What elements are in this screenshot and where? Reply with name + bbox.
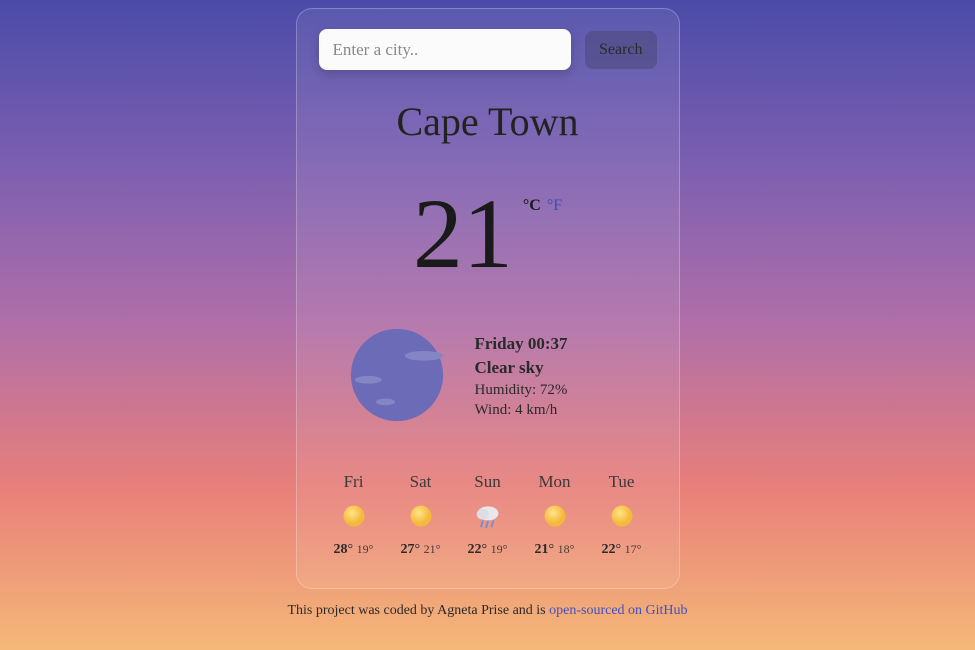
forecast-day: Mon 21° 18° (524, 472, 586, 558)
forecast-high: 22 (468, 542, 482, 557)
city-name: Cape Town (319, 98, 657, 145)
forecast-temps: 22° 17° (602, 542, 642, 558)
forecast-high: 27 (401, 542, 415, 557)
forecast-day-label: Fri (344, 472, 364, 492)
search-row: Search (319, 29, 657, 70)
forecast-low: 18° (558, 542, 575, 556)
unit-fahrenheit[interactable]: °F (547, 197, 562, 215)
github-link[interactable]: open-sourced on GitHub (549, 603, 687, 618)
forecast-high: 22 (602, 542, 616, 557)
forecast-day: Tue 22° 17° (591, 472, 653, 558)
current-description: Clear sky (475, 358, 568, 378)
current-datetime: Friday 00:37 (475, 334, 568, 354)
rain-icon (474, 502, 502, 530)
city-search-input[interactable] (319, 29, 571, 70)
forecast-temps: 27° 21° (401, 542, 441, 558)
forecast-day: Fri 28° 19° (323, 472, 385, 558)
sun-icon (340, 502, 368, 530)
unit-celsius[interactable]: °C (523, 197, 541, 215)
moon-icon (349, 327, 445, 428)
sun-icon (608, 502, 636, 530)
forecast-day: Sat 27° 21° (390, 472, 452, 558)
forecast-high: 28 (334, 542, 348, 557)
current-wind: Wind: 4 km/h (475, 402, 568, 419)
sun-icon (407, 502, 435, 530)
search-button[interactable]: Search (585, 31, 657, 69)
forecast-day-label: Tue (609, 472, 635, 492)
forecast-day-label: Mon (538, 472, 570, 492)
current-temperature: 21 °C °F (319, 189, 657, 279)
details-text: Friday 00:37 Clear sky Humidity: 72% Win… (475, 334, 568, 422)
forecast-low: 19° (357, 542, 374, 556)
forecast-day-label: Sun (474, 472, 500, 492)
temperature-value: 21 (413, 189, 513, 279)
forecast-temps: 28° 19° (334, 542, 374, 558)
sun-icon (541, 502, 569, 530)
current-humidity: Humidity: 72% (475, 382, 568, 399)
weather-card: Search Cape Town 21 °C °F Friday 00:37 C… (296, 8, 680, 589)
footer: This project was coded by Agneta Prise a… (287, 603, 687, 619)
forecast-high: 21 (535, 542, 549, 557)
forecast-day-label: Sat (410, 472, 432, 492)
forecast-low: 17° (625, 542, 642, 556)
forecast-low: 21° (424, 542, 441, 556)
forecast-temps: 21° 18° (535, 542, 575, 558)
current-details: Friday 00:37 Clear sky Humidity: 72% Win… (319, 327, 657, 428)
forecast-low: 19° (491, 542, 508, 556)
forecast-row: Fri 28° 19° Sat 27° 21° Sun 22° 19° Mon 21° 18°… (319, 472, 657, 558)
forecast-temps: 22° 19° (468, 542, 508, 558)
forecast-day: Sun 22° 19° (457, 472, 519, 558)
unit-toggle: °C °F (523, 197, 562, 215)
footer-text: This project was coded by Agneta Prise a… (287, 603, 549, 618)
